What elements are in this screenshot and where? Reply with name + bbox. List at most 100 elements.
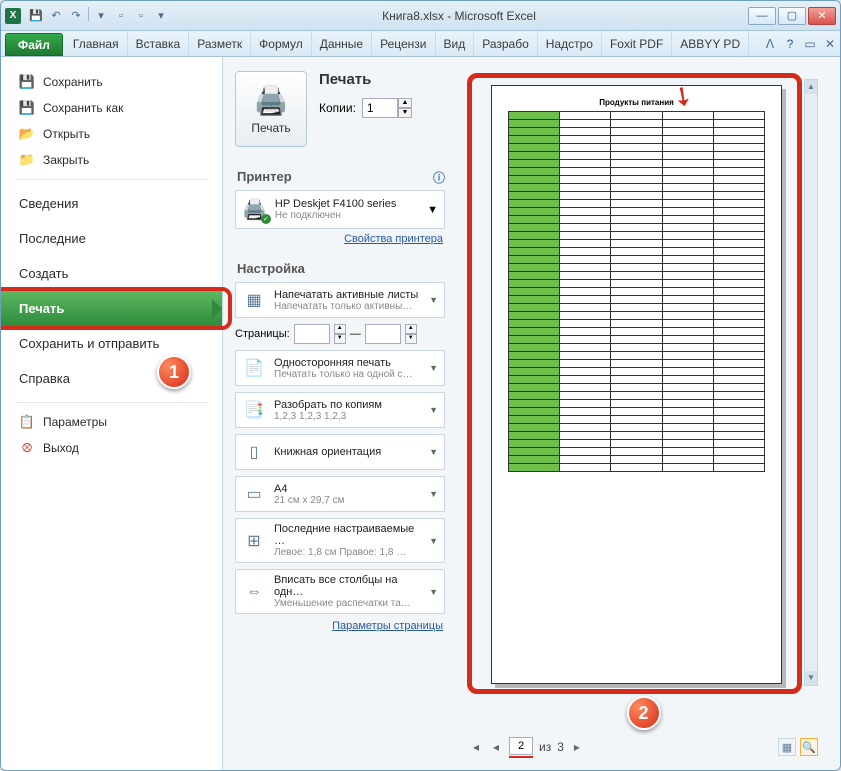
close-folder-icon: 📁 [19,152,35,168]
open-folder-icon: 📂 [19,126,35,142]
redo-icon[interactable]: ↷ [67,7,85,25]
scroll-down-icon[interactable]: ▼ [805,671,817,685]
qat-more-icon[interactable]: ▾ [92,7,110,25]
opt-orientation[interactable]: ▯ Книжная ориентация ▼ [235,434,445,470]
tab-formulas[interactable]: Формул [251,31,312,56]
qat-extra-2-icon[interactable]: ▫ [132,7,150,25]
tab-review[interactable]: Рецензи [372,31,435,56]
sheets-icon: ▦ [242,288,266,312]
opt-margins[interactable]: ⊞ Последние настраиваемые …Левое: 1,8 см… [235,518,445,563]
one-side-icon: 📄 [242,356,266,380]
close-button[interactable]: ✕ [808,7,836,25]
tab-addins[interactable]: Надстро [538,31,602,56]
printer-icon: 🖨️ [242,197,267,222]
chevron-down-icon: ▼ [429,536,438,546]
scroll-up-icon[interactable]: ▲ [805,80,817,94]
preview-scrollbar[interactable]: ▲ ▼ [804,79,818,686]
chevron-down-icon: ▼ [429,295,438,305]
save-as-icon: 💾 [19,100,35,116]
info-icon[interactable]: ⓘ [433,169,445,186]
portrait-icon: ▯ [242,440,266,464]
tab-developer[interactable]: Разрабо [474,31,538,56]
page-prev-icon[interactable]: ◂ [489,740,503,754]
nav-share[interactable]: Сохранить и отправить [1,326,222,361]
copies-input[interactable] [362,98,398,118]
opt-sides[interactable]: 📄 Односторонняя печатьПечатать только на… [235,350,445,386]
tab-abbyy[interactable]: ABBYY PD [672,31,749,56]
tab-home[interactable]: Главная [65,31,128,56]
tab-insert[interactable]: Вставка [128,31,190,56]
opt-scaling[interactable]: ⇔ Вписать все столбцы на одн…Уменьшение … [235,569,445,614]
qat-dropdown-icon[interactable]: ▾ [152,7,170,25]
opt-paper-size[interactable]: ▭ A421 см x 29,7 см ▼ [235,476,445,512]
page-next-icon[interactable]: ▸ [570,740,584,754]
tab-layout[interactable]: Разметк [189,31,251,56]
app-window: X 💾 ↶ ↷ ▾ ▫ ▫ ▾ Книга8.xlsx - Microsoft … [0,0,841,771]
page-icon: ▭ [242,482,266,506]
tab-data[interactable]: Данные [312,31,372,56]
nav-open[interactable]: 📂Открыть [1,121,222,147]
qat-extra-1-icon[interactable]: ▫ [112,7,130,25]
nav-options[interactable]: 📋Параметры [1,409,222,435]
backstage-nav: 💾Сохранить 💾Сохранить как 📂Открыть 📁Закр… [1,57,223,770]
callout-2: 2 [627,696,661,730]
nav-save[interactable]: 💾Сохранить [1,69,222,95]
chevron-down-icon: ▼ [429,363,438,373]
callout-1: 1 [157,355,191,389]
save-icon[interactable]: 💾 [27,7,45,25]
exit-icon: ⮾ [19,440,35,456]
page-first-icon[interactable]: ◂ [469,740,483,754]
nav-save-as[interactable]: 💾Сохранить как [1,95,222,121]
page-setup-link[interactable]: Параметры страницы [235,620,443,632]
pages-range: Страницы: ▲▼ — ▲▼ [235,324,445,344]
chevron-down-icon: ▼ [429,587,438,597]
tab-file[interactable]: Файл [5,33,63,56]
minimize-button[interactable]: — [748,7,776,25]
print-settings-panel: 🖨️ Печать Печать Копии: ▲▼ Принтерⓘ 🖨️ [223,57,453,770]
ribbon-minimize-icon[interactable]: ᐱ [760,31,780,56]
chevron-down-icon: ▼ [429,489,438,499]
show-margins-button[interactable]: ▦ [778,738,796,756]
ribbon-close-icon[interactable]: ✕ [820,31,840,56]
print-button[interactable]: 🖨️ Печать [235,71,307,147]
printer-select[interactable]: 🖨️ HP Deskjet F4100 series Не подключен … [235,190,445,229]
page-to-input[interactable] [365,324,401,344]
tab-foxit[interactable]: Foxit PDF [602,31,672,56]
printer-properties-link[interactable]: Свойства принтера [235,233,443,245]
copies-down-icon[interactable]: ▼ [398,108,412,118]
opt-print-what[interactable]: ▦ Напечатать активные листыНапечатать то… [235,282,445,318]
ribbon-restore-icon[interactable]: ▭ [800,31,820,56]
print-preview-panel: ➘ ▲ ▼ Продукты питания 2 ◂ ◂ из [453,57,840,770]
help-icon[interactable]: ? [780,31,800,56]
preview-table [508,111,765,472]
zoom-page-button[interactable]: 🔍 [800,738,818,756]
preview-page: Продукты питания [491,85,782,684]
print-heading: Печать [319,71,445,88]
nav-recent[interactable]: Последние [1,221,222,256]
nav-info[interactable]: Сведения [1,186,222,221]
maximize-button[interactable]: ▢ [778,7,806,25]
chevron-down-icon: ▼ [429,405,438,415]
margins-icon: ⊞ [242,529,266,553]
ribbon-tabs: Файл Главная Вставка Разметк Формул Данн… [1,31,840,57]
tab-view[interactable]: Вид [436,31,475,56]
nav-new[interactable]: Создать [1,256,222,291]
nav-exit[interactable]: ⮾Выход [1,435,222,461]
nav-print[interactable]: Печать [1,291,222,326]
nav-close[interactable]: 📁Закрыть [1,147,222,173]
fit-columns-icon: ⇔ [242,580,266,604]
undo-icon[interactable]: ↶ [47,7,65,25]
copies-up-icon[interactable]: ▲ [398,98,412,108]
options-icon: 📋 [19,414,35,430]
page-current-input[interactable] [509,737,533,755]
opt-collate[interactable]: 📑 Разобрать по копиям1,2,3 1,2,3 1,2,3 ▼ [235,392,445,428]
page-from-input[interactable] [294,324,330,344]
chevron-down-icon: ▼ [429,447,438,457]
printer-section-title: Принтерⓘ [237,169,445,184]
printer-large-icon: 🖨️ [254,84,289,117]
settings-section-title: Настройка [237,261,445,276]
quick-access-toolbar: 💾 ↶ ↷ ▾ ▫ ▫ ▾ [27,7,170,25]
copies-label: Копии: [319,101,356,115]
window-title: Книга8.xlsx - Microsoft Excel [170,9,748,23]
save-icon: 💾 [19,74,35,90]
